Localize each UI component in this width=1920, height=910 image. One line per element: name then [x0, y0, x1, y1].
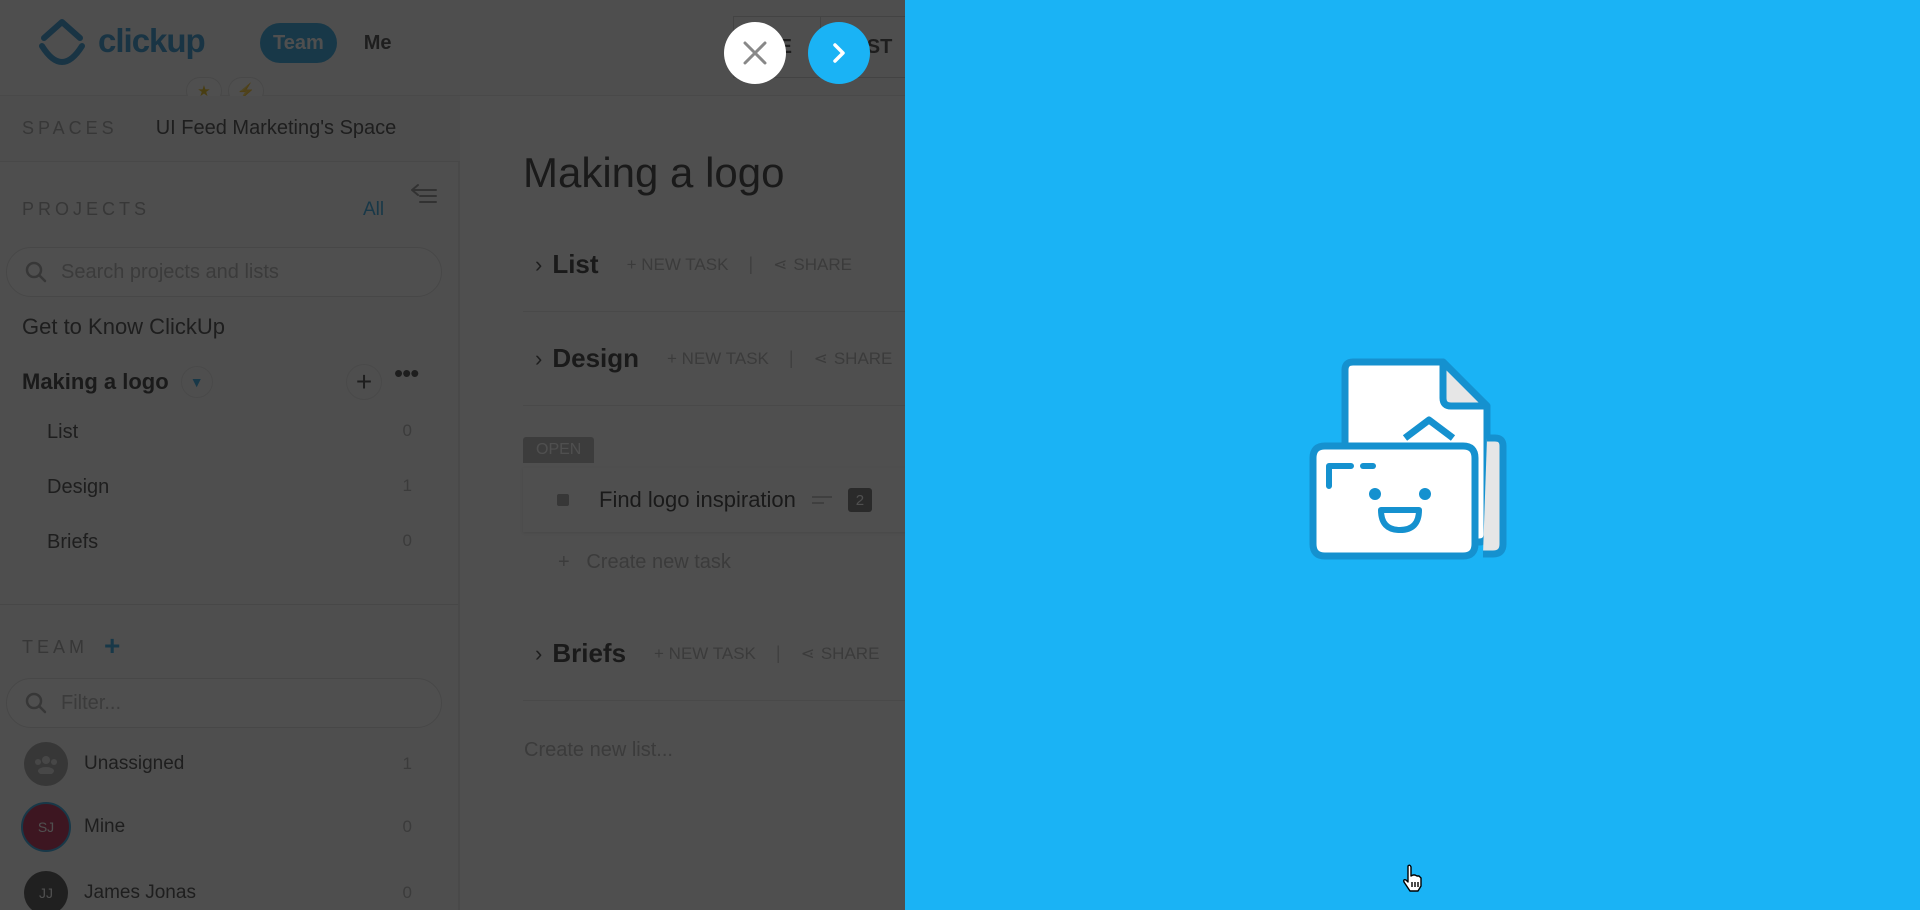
hand-cursor-icon	[1403, 864, 1422, 892]
close-onboarding-button[interactable]	[724, 22, 786, 84]
chevron-right-icon	[833, 43, 845, 63]
smiling-folder-illustration	[1309, 358, 1507, 560]
close-icon	[743, 41, 767, 65]
next-step-button[interactable]	[808, 22, 870, 84]
onboarding-panel	[905, 0, 1920, 910]
